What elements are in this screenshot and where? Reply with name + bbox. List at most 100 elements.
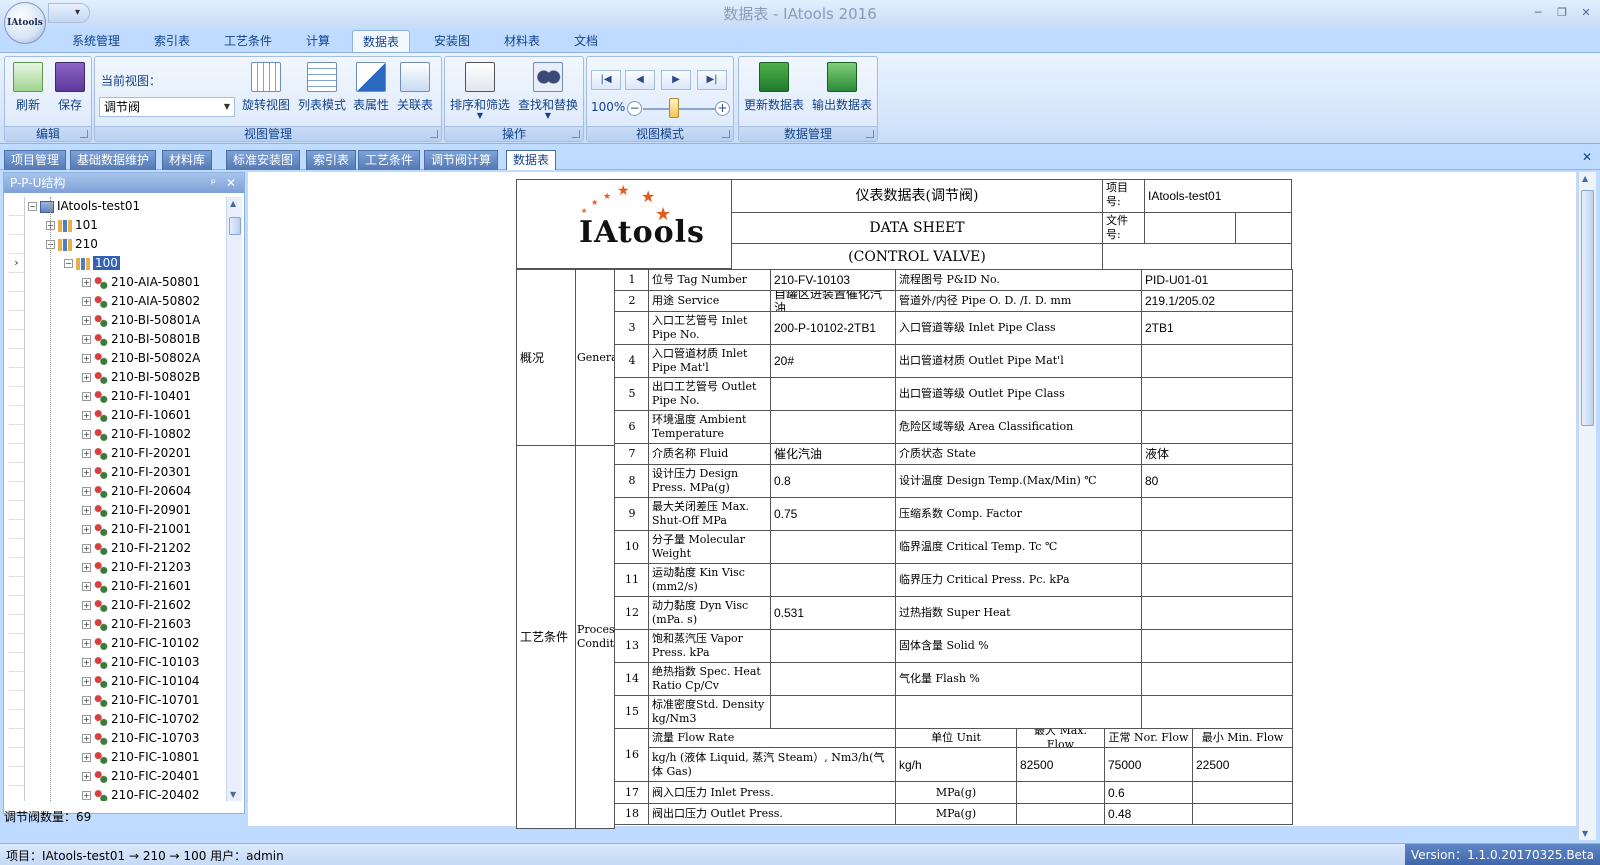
file-no-extra[interactable]	[1235, 212, 1292, 244]
expand-icon[interactable]: +	[82, 639, 91, 648]
field-value[interactable]	[770, 563, 897, 597]
expand-icon[interactable]: +	[82, 487, 91, 496]
tree-node-valve[interactable]: +210-FI-21203	[82, 558, 191, 577]
group-launcher-icon[interactable]	[722, 130, 730, 138]
row-selector[interactable]	[9, 292, 25, 311]
tree-node-valve[interactable]: +210-FIC-10703	[82, 729, 200, 748]
field-value[interactable]	[770, 377, 897, 411]
ribbon-tab-datasheet[interactable]: 数据表	[352, 30, 411, 52]
close-window-button[interactable]: ✕	[1576, 4, 1596, 22]
expand-icon[interactable]: +	[82, 677, 91, 686]
row-selector[interactable]	[9, 672, 25, 691]
row-selector[interactable]	[9, 330, 25, 349]
group-launcher-icon[interactable]	[80, 130, 88, 138]
group-launcher-icon[interactable]	[572, 130, 580, 138]
field-value[interactable]	[1141, 410, 1293, 444]
field-value[interactable]: 219.1/205.02	[1141, 290, 1293, 312]
ribbon-tab-system[interactable]: 系统管理	[62, 30, 130, 52]
row-selector[interactable]	[9, 596, 25, 615]
row-selector[interactable]	[9, 387, 25, 406]
tree-node-valve[interactable]: +210-BI-50802B	[82, 368, 200, 387]
nor-flow-value[interactable]: 75000	[1104, 747, 1193, 782]
tree-node-valve[interactable]: +210-FI-21603	[82, 615, 191, 634]
tree-node-valve[interactable]: +210-BI-50801A	[82, 311, 200, 330]
field-value[interactable]: 210-FV-10103	[770, 269, 897, 291]
close-icon[interactable]: ✕	[226, 173, 236, 193]
min-value[interactable]	[1192, 803, 1293, 825]
tree-node-valve[interactable]: +210-AIA-50802	[82, 292, 200, 311]
expand-icon[interactable]: +	[82, 354, 91, 363]
field-value[interactable]: 200-P-10102-2TB1	[770, 311, 897, 345]
main-scroll-thumb[interactable]	[1581, 190, 1594, 426]
find-replace-button[interactable]: 查找和替换 ▼	[515, 60, 581, 124]
expand-icon[interactable]: +	[82, 297, 91, 306]
expand-icon[interactable]: +	[82, 601, 91, 610]
field-value[interactable]	[770, 530, 897, 564]
field-value[interactable]	[770, 410, 897, 444]
row-selector[interactable]	[9, 539, 25, 558]
row-selector[interactable]	[9, 235, 25, 254]
expand-icon[interactable]: +	[82, 373, 91, 382]
expand-icon[interactable]: +	[82, 563, 91, 572]
field-value[interactable]: 80	[1141, 464, 1293, 498]
sort-filter-button[interactable]: 排序和筛选 ▼	[447, 60, 513, 124]
row-selector[interactable]	[9, 577, 25, 596]
last-record-button[interactable]: ▶|	[697, 70, 727, 90]
tree-node-valve[interactable]: +210-FI-21601	[82, 577, 191, 596]
list-mode-button[interactable]: 列表模式	[295, 60, 349, 124]
scroll-up-icon[interactable]: ▲	[1582, 174, 1588, 183]
expand-icon[interactable]: +	[82, 506, 91, 515]
expand-icon[interactable]: +	[82, 696, 91, 705]
ribbon-tab-docs[interactable]: 文档	[564, 30, 608, 52]
tree-node-100[interactable]: − 100	[64, 254, 120, 273]
maximize-button[interactable]: ❐	[1552, 4, 1572, 22]
tree-scrollbar[interactable]: ▲ ▼	[226, 197, 242, 801]
tree-node-valve[interactable]: +210-FI-20201	[82, 444, 191, 463]
row-selector[interactable]: ›	[9, 254, 25, 273]
field-value[interactable]	[1141, 596, 1293, 630]
ribbon-tab-calc[interactable]: 计算	[296, 30, 340, 52]
field-value[interactable]	[1141, 662, 1293, 696]
doc-tab-index[interactable]: 索引表	[306, 150, 357, 170]
field-value[interactable]	[1141, 530, 1293, 564]
field-value[interactable]: 催化汽油	[770, 443, 897, 465]
row-selector[interactable]	[9, 311, 25, 330]
doc-tab-valve-calc[interactable]: 调节阀计算	[424, 150, 499, 170]
doc-tab-std-install[interactable]: 标准安装图	[226, 150, 301, 170]
expand-icon[interactable]: +	[82, 620, 91, 629]
row-selector[interactable]	[9, 368, 25, 387]
tree-node-101[interactable]: +101	[46, 216, 98, 235]
field-value[interactable]: PID-U01-01	[1141, 269, 1293, 291]
nor-value[interactable]: 0.48	[1104, 803, 1193, 825]
expand-icon[interactable]: +	[82, 411, 91, 420]
ribbon-tab-index[interactable]: 索引表	[144, 30, 200, 52]
tree-node-valve[interactable]: +210-FIC-10104	[82, 672, 200, 691]
field-value[interactable]	[770, 695, 897, 729]
field-value[interactable]: 液体	[1141, 443, 1293, 465]
row-selector[interactable]	[9, 197, 25, 216]
expand-icon[interactable]: +	[82, 392, 91, 401]
tree-node-valve[interactable]: +210-FI-20901	[82, 501, 191, 520]
ribbon-tab-material[interactable]: 材料表	[494, 30, 550, 52]
tree-node-root[interactable]: − IAtools-test01	[28, 197, 140, 216]
flow-unit-value[interactable]: kg/h	[895, 747, 1017, 782]
tree-node-valve[interactable]: +210-FI-20604	[82, 482, 191, 501]
tree-node-valve[interactable]: +210-FI-21202	[82, 539, 191, 558]
doc-tab-project[interactable]: 项目管理	[4, 150, 67, 170]
save-button[interactable]: 保存	[51, 60, 89, 124]
collapse-icon[interactable]: −	[64, 259, 73, 268]
row-selector[interactable]	[9, 767, 25, 786]
expand-icon[interactable]: +	[82, 449, 91, 458]
file-no-value[interactable]	[1144, 212, 1236, 244]
scroll-down-icon[interactable]: ▼	[230, 790, 236, 799]
row-selector[interactable]	[9, 634, 25, 653]
tree-node-valve[interactable]: +210-FIC-10103	[82, 653, 200, 672]
first-record-button[interactable]: |◀	[591, 70, 621, 90]
export-datasheet-button[interactable]: 输出数据表	[809, 60, 875, 124]
ribbon-tab-install[interactable]: 安装图	[424, 30, 480, 52]
tree-node-valve[interactable]: +210-FI-10401	[82, 387, 191, 406]
tree-node-valve[interactable]: +210-FI-21001	[82, 520, 191, 539]
zoom-slider-track[interactable]	[643, 108, 715, 110]
update-datasheet-button[interactable]: 更新数据表	[741, 60, 807, 124]
link-table-button[interactable]: 关联表	[393, 60, 437, 124]
